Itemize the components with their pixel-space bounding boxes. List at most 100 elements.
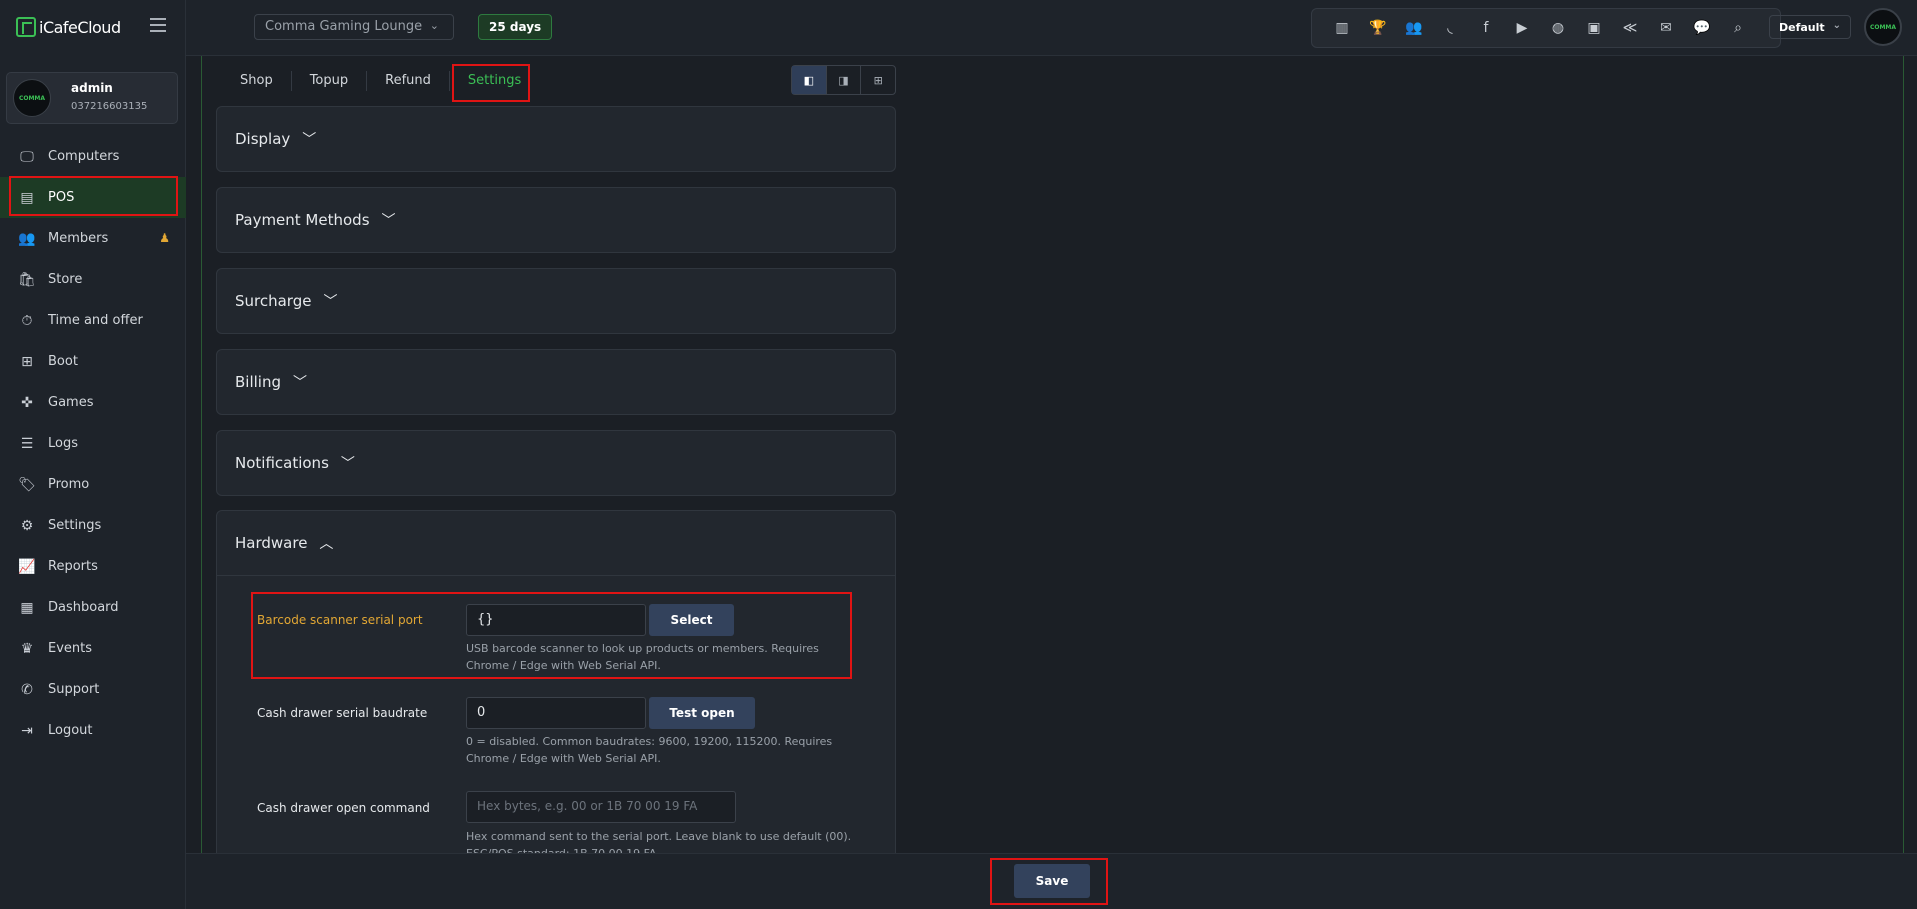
open-command-input[interactable]: Hex bytes, e.g. 00 or 1B 70 00 19 FA — [466, 791, 736, 823]
sidebar-item-boot[interactable]: ⊞ Boot — [0, 341, 186, 382]
tab-refund[interactable]: Refund — [367, 71, 450, 91]
subscription-days-badge: 25 days — [478, 14, 553, 40]
sidebar-item-reports[interactable]: 📈 Reports — [0, 546, 186, 587]
sidebar: iCafeCloud COMMA admin 037216603135 🖵 Com… — [0, 0, 186, 909]
account-avatar[interactable]: COMMA — [1864, 8, 1902, 46]
layout-left-icon[interactable]: ◧ — [792, 66, 827, 94]
sidebar-item-store[interactable]: 🛍 Store — [0, 259, 186, 300]
highlight-barcode-field — [251, 592, 852, 679]
user-name: admin — [71, 81, 113, 95]
shop-select-value: Comma Gaming Lounge — [265, 19, 423, 34]
globe-icon[interactable]: ◍ — [1540, 20, 1576, 36]
chart-line-icon: 📈 — [18, 558, 36, 575]
chevron-down-icon: ⌄ — [429, 19, 439, 32]
sidebar-item-promo[interactable]: 🏷 Promo — [0, 464, 186, 505]
section-payment-methods[interactable]: Payment Methods ﹀ — [216, 187, 896, 253]
hardware-header[interactable]: Hardware ︿ — [217, 511, 895, 576]
sidebar-item-dashboard[interactable]: ▦ Dashboard — [0, 587, 186, 628]
sidebar-item-label: Settings — [48, 518, 102, 533]
section-display[interactable]: Display ﹀ — [216, 106, 896, 172]
sidebar-item-label: Promo — [48, 477, 90, 492]
section-title-text: Notifications — [235, 454, 329, 472]
chevron-down-icon: ⌄ — [1832, 20, 1841, 31]
avatar: COMMA — [13, 79, 51, 117]
sidebar-item-label: Games — [48, 395, 94, 410]
sidebar-item-label: Time and offer — [48, 313, 143, 328]
sidebar-item-support[interactable]: ✆ Support — [0, 669, 186, 710]
layout-grid-icon[interactable]: ⊞ — [861, 66, 895, 94]
sidebar-item-settings[interactable]: ⚙ Settings — [0, 505, 186, 546]
sidebar-item-label: Store — [48, 272, 83, 287]
gamepad-icon: ✜ — [21, 394, 33, 411]
hardware-title-text: Hardware — [235, 534, 308, 552]
test-open-button[interactable]: Test open — [649, 697, 755, 729]
youtube-icon[interactable]: ▶ — [1504, 20, 1540, 36]
sidebar-item-logout[interactable]: ⇥ Logout — [0, 710, 186, 751]
user-card[interactable]: COMMA admin 037216603135 — [6, 72, 178, 124]
chat-icon[interactable]: 💬 — [1684, 20, 1720, 36]
profile-select-value: Default — [1779, 21, 1825, 34]
ranking-icon[interactable]: ▥ — [1324, 20, 1360, 36]
rss-icon[interactable]: ◟ — [1432, 20, 1468, 36]
section-title: Notifications ﹀ — [235, 453, 355, 473]
sidebar-item-time-and-offer[interactable]: ⏱ Time and offer — [0, 300, 186, 341]
hamburger-menu-icon[interactable] — [150, 18, 166, 32]
remote-icon[interactable]: ≪ — [1612, 20, 1648, 36]
sidebar-item-events[interactable]: ♛ Events — [0, 628, 186, 669]
baudrate-help-text: 0 = disabled. Common baudrates: 9600, 19… — [466, 735, 833, 765]
sidebar-item-computers[interactable]: 🖵 Computers — [0, 136, 186, 177]
sidebar-item-label: Dashboard — [48, 600, 119, 615]
trophy-icon[interactable]: 🏆 — [1360, 20, 1396, 36]
dashboard-icon: ▦ — [20, 599, 34, 616]
crown-icon: ♛ — [20, 640, 34, 657]
section-notifications[interactable]: Notifications ﹀ — [216, 430, 896, 496]
section-title: Payment Methods ﹀ — [235, 210, 396, 230]
search-icon[interactable]: ⌕ — [1720, 20, 1756, 36]
profile-select[interactable]: Default ⌄ — [1769, 15, 1851, 39]
section-title-text: Payment Methods — [235, 211, 370, 229]
section-title: Display ﹀ — [235, 129, 316, 149]
icafecloud-logo-icon — [16, 17, 36, 37]
chevron-up-icon: ︿ — [319, 536, 334, 552]
stopwatch-icon: ⏱ — [21, 312, 33, 329]
topbar: Comma Gaming Lounge ⌄ 25 days ▥ 🏆 👥 ◟ f ▶ ◍ ▣ ≪ ✉… — [186, 0, 1917, 56]
section-title-text: Display — [235, 130, 291, 148]
highlight-settings-tab — [452, 64, 530, 102]
section-title: Surcharge ﹀ — [235, 291, 337, 311]
hardware-title: Hardware ︿ — [235, 533, 333, 553]
logo-text: iCafeCloud — [39, 17, 121, 37]
sidebar-item-logs[interactable]: ☰ Logs — [0, 423, 186, 464]
highlight-pos — [9, 176, 178, 216]
icafe-icon[interactable]: ▣ — [1576, 20, 1612, 36]
sidebar-item-label: Members — [48, 231, 109, 246]
tag-icon: 🏷 — [18, 476, 36, 493]
facebook-icon[interactable]: f — [1468, 20, 1504, 36]
layout-right-icon[interactable]: ◨ — [827, 66, 862, 94]
section-surcharge[interactable]: Surcharge ﹀ — [216, 268, 896, 334]
sidebar-item-label: Logout — [48, 723, 93, 738]
mail-icon[interactable]: ✉ — [1648, 20, 1684, 36]
section-billing[interactable]: Billing ﹀ — [216, 349, 896, 415]
tab-topup[interactable]: Topup — [292, 71, 368, 91]
tab-shop[interactable]: Shop — [222, 71, 292, 91]
top-icon-bar: ▥ 🏆 👥 ◟ f ▶ ◍ ▣ ≪ ✉ 💬 ⌕ — [1311, 8, 1781, 48]
chevron-down-icon: ﹀ — [293, 375, 307, 391]
phone-icon: ✆ — [21, 681, 33, 698]
section-title-text: Surcharge — [235, 292, 312, 310]
highlight-save-button — [990, 858, 1108, 905]
group-icon[interactable]: 👥 — [1396, 20, 1432, 36]
monitor-icon: 🖵 — [20, 148, 34, 165]
list-icon: ☰ — [20, 435, 34, 452]
chevron-down-icon: ﹀ — [302, 132, 317, 148]
sidebar-item-label: Computers — [48, 149, 120, 164]
sidebar-item-label: Boot — [48, 354, 78, 369]
open-command-help-text: Hex command sent to the serial port. Lea… — [466, 830, 852, 853]
open-command-label: Cash drawer open command — [257, 801, 430, 815]
chevron-down-icon: ﹀ — [381, 213, 396, 229]
baudrate-input[interactable]: 0 — [466, 697, 646, 729]
sidebar-item-members[interactable]: 👥 Members ♟ — [0, 218, 186, 259]
sidebar-item-games[interactable]: ✜ Games — [0, 382, 186, 423]
shop-select[interactable]: Comma Gaming Lounge ⌄ — [254, 14, 454, 40]
section-title-text: Billing — [235, 373, 281, 391]
sidebar-nav: 🖵 Computers ▤ POS 👥 Members ♟ 🛍 Store ⏱ Time and o… — [0, 136, 186, 751]
